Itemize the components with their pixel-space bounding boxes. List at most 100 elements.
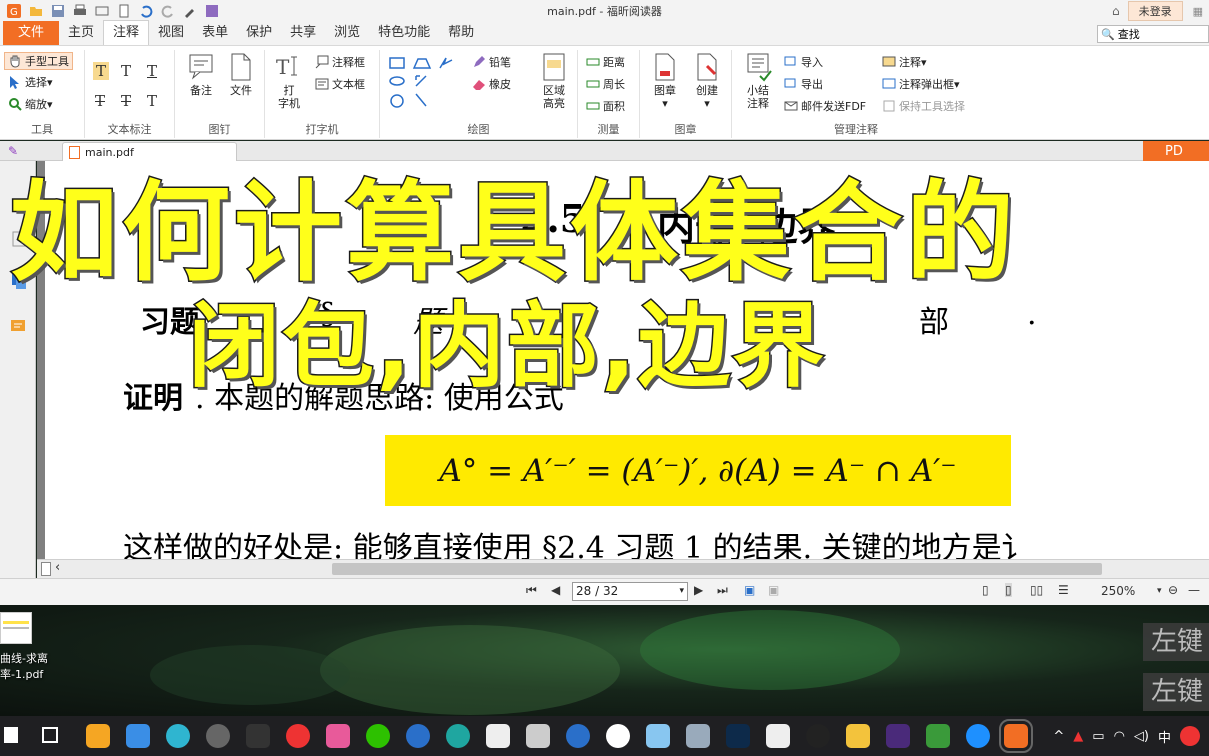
menu-view[interactable]: 视图: [149, 21, 193, 45]
app-icon[interactable]: [646, 724, 670, 748]
scan-icon[interactable]: [94, 3, 110, 19]
scroll-left-icon[interactable]: ‹: [55, 560, 60, 575]
paste-page-icon[interactable]: ▣: [768, 583, 779, 597]
next-page-icon[interactable]: ▶: [694, 583, 703, 597]
area-button[interactable]: 面积: [586, 98, 625, 114]
comments-panel-icon[interactable]: [9, 317, 29, 337]
hand-tool-button[interactable]: 手型工具: [4, 52, 73, 70]
photoshop-icon[interactable]: [726, 724, 750, 748]
area-highlight-button[interactable]: 区域 高亮: [536, 52, 572, 110]
menu-special[interactable]: 特色功能: [369, 21, 439, 45]
app-icon[interactable]: [326, 724, 350, 748]
textbox-button[interactable]: 文本框: [315, 76, 365, 92]
highlight-text-icon[interactable]: T: [93, 62, 110, 80]
menu-protect[interactable]: 保护: [237, 21, 281, 45]
squiggly-text-icon[interactable]: T: [121, 62, 131, 80]
menu-file[interactable]: 文件: [3, 21, 60, 45]
prev-page-icon[interactable]: ◀: [551, 583, 560, 597]
document-view[interactable]: 2.5 内部, 边界 习题 § 题 1 部 . 证明 . 本题的解题思路: 使用…: [37, 161, 1209, 559]
app-icon[interactable]: [206, 724, 230, 748]
menu-form[interactable]: 表单: [193, 21, 237, 45]
bookmark-icon[interactable]: [9, 229, 29, 249]
continuous-facing-icon[interactable]: ☰: [1058, 583, 1069, 597]
start-icon[interactable]: [4, 727, 18, 743]
record-icon[interactable]: [286, 724, 310, 748]
app-icon[interactable]: [486, 724, 510, 748]
qq-icon[interactable]: [806, 724, 830, 748]
zoom-level[interactable]: 250%: [1101, 584, 1135, 598]
menu-share[interactable]: 共享: [281, 21, 325, 45]
perimeter-button[interactable]: 周长: [586, 76, 625, 92]
save-as-icon[interactable]: [204, 3, 220, 19]
wifi-icon[interactable]: ◠: [1114, 729, 1125, 744]
app-icon[interactable]: [926, 724, 950, 748]
note-button[interactable]: 备注: [181, 52, 221, 97]
app-icon[interactable]: [526, 724, 550, 748]
menu-browse[interactable]: 浏览: [325, 21, 369, 45]
menu-help[interactable]: 帮助: [439, 21, 483, 45]
app-icon[interactable]: [126, 724, 150, 748]
export-button[interactable]: 导出: [784, 76, 823, 92]
file-explorer-icon[interactable]: [846, 724, 870, 748]
typewriter-button[interactable]: T 打 字机: [275, 52, 303, 110]
search-input[interactable]: [1114, 27, 1205, 41]
horizontal-scrollbar[interactable]: ‹: [37, 559, 1209, 578]
wechat-icon[interactable]: [366, 724, 390, 748]
battery-icon[interactable]: ▭: [1092, 729, 1104, 744]
open-folder-icon[interactable]: [28, 3, 44, 19]
continuous-page-icon[interactable]: ▯: [1005, 583, 1012, 597]
replace-text-icon[interactable]: T: [121, 92, 131, 110]
store-icon[interactable]: [86, 724, 110, 748]
app-icon[interactable]: [406, 724, 430, 748]
shapes-icons[interactable]: [388, 56, 458, 112]
comments-popup-button[interactable]: 注释弹出框 ▾: [882, 76, 960, 92]
redo-icon[interactable]: [160, 3, 176, 19]
pages-icon[interactable]: [9, 271, 29, 291]
tray-app-icon[interactable]: ▲: [1073, 729, 1083, 744]
desktop-file-icon[interactable]: 曲线-求离 率-1.pdf: [0, 609, 50, 689]
zoom-out-icon[interactable]: ⊖: [1168, 583, 1178, 597]
last-page-icon[interactable]: ⏭: [717, 583, 728, 598]
login-button[interactable]: 未登录: [1127, 1, 1183, 21]
underline-text-icon[interactable]: T: [147, 62, 157, 80]
app-icon[interactable]: [166, 724, 190, 748]
single-page-icon[interactable]: ▯: [982, 583, 989, 597]
document-tab[interactable]: main.pdf: [62, 142, 237, 161]
app-icon[interactable]: [966, 724, 990, 748]
new-doc-icon[interactable]: [116, 3, 132, 19]
comments-button[interactable]: 注释 ▾: [882, 54, 927, 70]
task-view-icon[interactable]: [42, 727, 58, 743]
search-box[interactable]: 🔍: [1097, 25, 1209, 43]
sogou-icon[interactable]: [1180, 726, 1200, 746]
app-icon[interactable]: [766, 724, 790, 748]
layout-icon[interactable]: ▦: [1193, 5, 1203, 18]
zoom-slider[interactable]: —: [1188, 583, 1200, 597]
recorder-icon[interactable]: [246, 724, 270, 748]
undo-icon[interactable]: [138, 3, 154, 19]
file-attach-button[interactable]: 文件: [221, 52, 261, 97]
eraser-button[interactable]: 橡皮: [472, 76, 511, 92]
menu-comment[interactable]: 注释: [103, 20, 150, 45]
app-icon[interactable]: [886, 724, 910, 748]
user-icon[interactable]: ⌂: [1112, 4, 1120, 18]
strikeout-text-icon[interactable]: T: [95, 92, 105, 110]
panel-toggle-icon[interactable]: [41, 562, 51, 576]
scroll-thumb[interactable]: [332, 563, 1102, 575]
callout-button[interactable]: 注释框: [315, 54, 365, 70]
zoom-tool-button[interactable]: 缩放 ▾: [8, 96, 53, 112]
page-number-input[interactable]: 28 / 32 ▾: [572, 582, 688, 601]
app-icon[interactable]: [566, 724, 590, 748]
zoom-dropdown-icon[interactable]: ▾: [1157, 586, 1162, 596]
stamp-button[interactable]: 图章 ▾: [646, 52, 684, 110]
menu-home[interactable]: 主页: [59, 21, 103, 45]
import-button[interactable]: 导入: [784, 54, 823, 70]
foxit-reader-taskbar-icon[interactable]: [999, 719, 1033, 753]
pencil-button[interactable]: 铅笔: [472, 54, 511, 70]
typora-icon[interactable]: [606, 724, 630, 748]
distance-button[interactable]: 距离: [586, 54, 625, 70]
volume-icon[interactable]: ◁): [1134, 729, 1149, 744]
tab-strip-icon[interactable]: ✎: [8, 144, 18, 158]
first-page-icon[interactable]: ⏮: [526, 583, 537, 598]
select-tool-button[interactable]: 选择 ▾: [8, 74, 53, 90]
pdf-promo-tab[interactable]: PD: [1143, 141, 1209, 161]
